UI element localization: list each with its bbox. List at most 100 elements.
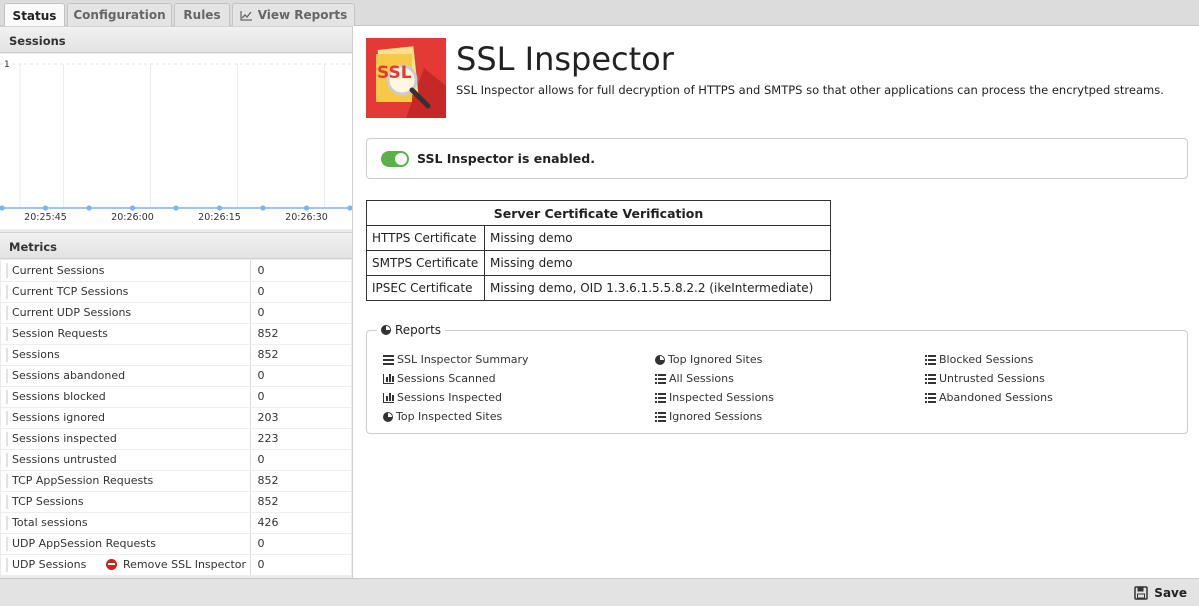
report-link[interactable]: Abandoned Sessions — [925, 391, 1053, 404]
status-box: SSL Inspector is enabled. — [366, 138, 1188, 179]
certificate-row: SMTPS Certificate Missing demo — [366, 250, 831, 276]
report-link-label: Blocked Sessions — [939, 353, 1034, 366]
metric-name: Sessions inspected — [1, 428, 251, 450]
report-link-label: SSL Inspector Summary — [397, 353, 529, 366]
list-bullet-icon — [655, 392, 666, 403]
bottom-bar: Save — [0, 578, 1199, 606]
metrics-row: Current Sessions 0 — [1, 260, 351, 282]
report-link[interactable]: Inspected Sessions — [655, 391, 774, 404]
app-title: SSL Inspector — [456, 40, 674, 78]
list-bullet-icon — [925, 392, 936, 403]
report-link[interactable]: Top Ignored Sites — [655, 353, 762, 366]
report-link[interactable]: Sessions Inspected — [383, 391, 502, 404]
list-bullet-icon — [655, 411, 666, 422]
bar-chart-icon — [383, 373, 394, 384]
metric-value: 0 — [250, 302, 351, 324]
chart-x-tick-label: 20:26:00 — [111, 212, 154, 223]
report-link-label: Inspected Sessions — [669, 391, 775, 404]
tab-configuration-label: Configuration — [73, 8, 166, 22]
chart-data-point — [42, 205, 49, 211]
certificate-table: Server Certificate Verification HTTPS Ce… — [366, 200, 831, 301]
certificate-name: IPSEC Certificate — [366, 275, 485, 301]
sessions-panel-title: Sessions — [0, 26, 352, 53]
report-link-label: Top Ignored Sites — [668, 353, 763, 366]
tab-view-reports[interactable]: View Reports — [232, 3, 355, 26]
report-link[interactable]: Top Inspected Sites — [383, 410, 502, 423]
status-text: SSL Inspector is enabled. — [417, 151, 595, 166]
metric-value: 0 — [250, 533, 351, 555]
enable-toggle[interactable] — [381, 150, 409, 167]
certificate-name: HTTPS Certificate — [366, 225, 485, 251]
metric-name: TCP AppSession Requests — [1, 470, 251, 492]
metric-value: 852 — [250, 344, 351, 366]
report-link-label: Top Inspected Sites — [396, 410, 503, 423]
logo-text: SSL — [377, 63, 412, 83]
pie-chart-icon — [381, 325, 391, 335]
metrics-row: TCP AppSession Requests 852 — [1, 470, 351, 492]
main-content: SSL SSL Inspector SSL Inspector allows f… — [354, 26, 1199, 578]
chart-x-tick-label: 20:26:30 — [285, 212, 328, 223]
metrics-table: Current Sessions 0 Current TCP Sessions 0 Cu… — [1, 260, 351, 576]
reports-title: Reports — [395, 323, 442, 337]
metrics-row: Current TCP Sessions 0 — [1, 281, 351, 303]
report-link-label: Abandoned Sessions — [939, 391, 1053, 404]
metrics-row: Sessions abandoned 0 — [1, 365, 351, 387]
tab-bar: Status Configuration Rules View Reports — [0, 0, 1199, 27]
metric-value: 852 — [250, 491, 351, 513]
report-link[interactable]: All Sessions — [655, 372, 734, 385]
metric-name: Total sessions — [1, 512, 251, 534]
chart-data-point — [129, 205, 136, 211]
report-link-label: Ignored Sessions — [669, 410, 763, 423]
tab-configuration[interactable]: Configuration — [67, 3, 172, 26]
certificate-row: IPSEC Certificate Missing demo, OID 1.3.6… — [366, 275, 831, 301]
save-button[interactable]: Save — [1134, 584, 1187, 602]
tab-status-label: Status — [12, 8, 57, 23]
certificate-table-header: Server Certificate Verification — [366, 200, 831, 226]
list-bullet-icon — [655, 373, 666, 384]
metrics-row: Sessions inspected 223 — [1, 428, 351, 450]
metric-name: Sessions — [1, 344, 251, 366]
chart-x-tick-label: 20:26:15 — [198, 212, 241, 223]
metric-name: Sessions blocked — [1, 386, 251, 408]
list-icon — [383, 354, 394, 365]
metric-value: 0 — [250, 386, 351, 408]
metrics-row: TCP Sessions 852 — [1, 491, 351, 513]
metric-name: Current UDP Sessions — [1, 302, 251, 324]
floppy-disk-icon — [1134, 586, 1149, 600]
remove-app-label: Remove SSL Inspector — [122, 557, 247, 571]
remove-app-button[interactable]: Remove SSL Inspector — [0, 554, 352, 574]
chart-data-point — [347, 205, 353, 211]
report-link[interactable]: SSL Inspector Summary — [383, 353, 529, 366]
certificate-name: SMTPS Certificate — [366, 250, 485, 276]
report-link[interactable]: Ignored Sessions — [655, 410, 762, 423]
metric-name: Session Requests — [1, 323, 251, 345]
certificate-row: HTTPS Certificate Missing demo — [366, 225, 831, 251]
sessions-chart-svg: 1 20:25:45 20:26:00 20:26:15 20:26:30 — [0, 60, 369, 223]
metric-name: TCP Sessions — [1, 491, 251, 513]
report-link[interactable]: Blocked Sessions — [925, 353, 1033, 366]
metric-name: Current Sessions — [1, 260, 251, 282]
metrics-row: UDP AppSession Requests 0 — [1, 533, 351, 555]
metrics-row: Sessions blocked 0 — [1, 386, 351, 408]
metrics-row: Sessions ignored 203 — [1, 407, 351, 429]
metric-value: 0 — [250, 449, 351, 471]
chart-y-tick-label: 1 — [4, 60, 10, 70]
metric-value: 0 — [250, 365, 351, 387]
ssl-inspector-logo: SSL — [366, 38, 446, 118]
tab-rules[interactable]: Rules — [174, 3, 230, 26]
tab-status[interactable]: Status — [4, 3, 65, 27]
pie-chart-icon — [383, 411, 393, 422]
report-link-label: All Sessions — [669, 372, 734, 385]
metric-value: 203 — [250, 407, 351, 429]
metrics-row: Sessions 852 — [1, 344, 351, 366]
metric-name: UDP AppSession Requests — [1, 533, 251, 555]
metric-name: Current TCP Sessions — [1, 281, 251, 303]
certificate-status: Missing demo — [484, 225, 831, 251]
chart-data-point — [173, 205, 179, 211]
app-description: SSL Inspector allows for full decryption… — [456, 83, 1164, 97]
report-link[interactable]: Sessions Scanned — [383, 372, 496, 385]
metrics-row: Sessions untrusted 0 — [1, 449, 351, 471]
list-bullet-icon — [925, 354, 936, 365]
report-link[interactable]: Untrusted Sessions — [925, 372, 1045, 385]
metric-value: 852 — [250, 470, 351, 492]
